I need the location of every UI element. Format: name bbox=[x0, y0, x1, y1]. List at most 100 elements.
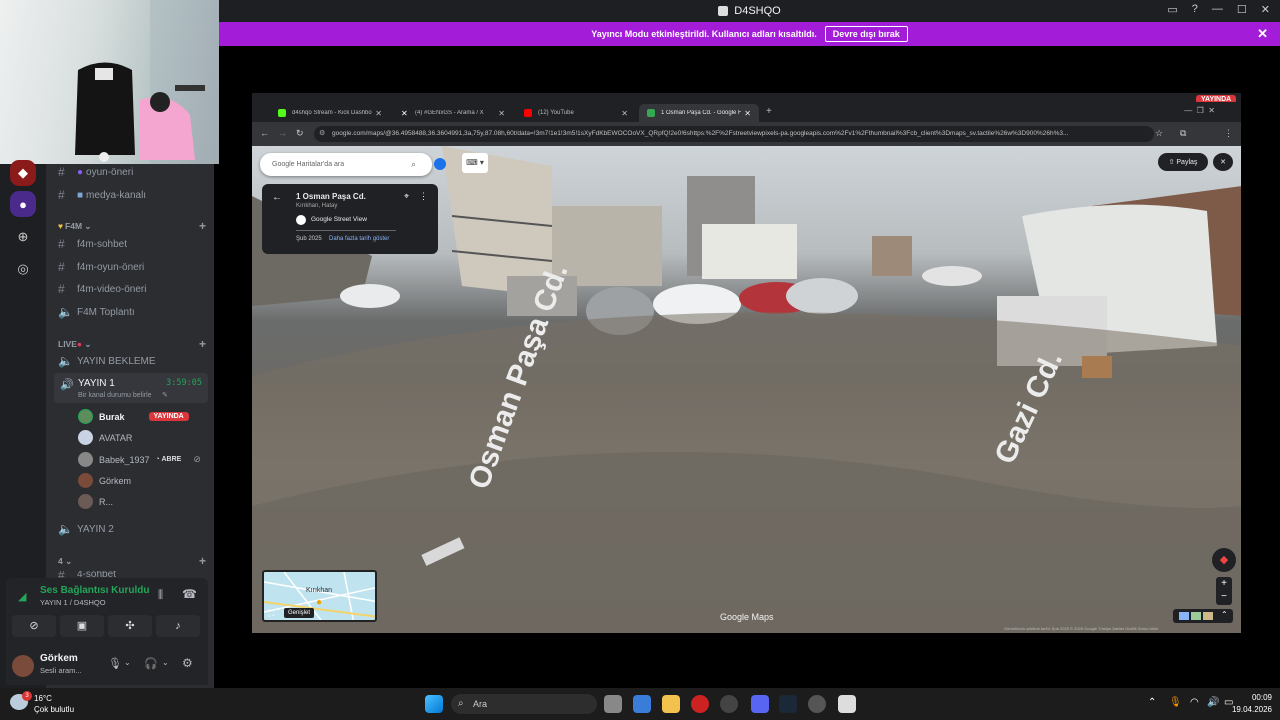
voice-user[interactable]: R... bbox=[78, 494, 113, 509]
close-street-view-button[interactable]: ✕ bbox=[1213, 153, 1233, 171]
extensions-icon[interactable]: ⧉ bbox=[1180, 128, 1186, 139]
site-info-icon[interactable]: ⚙ bbox=[319, 129, 325, 137]
channel-medya-kanali[interactable]: # ■ medya-kanalı bbox=[58, 188, 146, 202]
voice-user[interactable]: AVATAR bbox=[78, 430, 132, 445]
taskbar-search[interactable]: ⌕ Ara bbox=[451, 694, 597, 714]
settings-gear-icon[interactable]: ⚙ bbox=[182, 656, 193, 670]
browser-tab-active[interactable]: 1 Osman Paşa Cd. - Google Haritalar✕ bbox=[639, 104, 759, 122]
channel-4-sohbet[interactable]: #4-sohbet bbox=[58, 571, 116, 578]
app-icon[interactable] bbox=[838, 695, 856, 713]
location-pin-icon[interactable]: ⌖ bbox=[404, 191, 409, 202]
user-status: Sesli aram... bbox=[40, 666, 82, 675]
wifi-icon[interactable]: ◠ bbox=[1190, 697, 1199, 708]
search-icon[interactable]: ⌕ bbox=[411, 159, 416, 170]
minimize-button[interactable]: — bbox=[1212, 3, 1223, 16]
window-title: D4SHQO bbox=[734, 5, 781, 17]
clock-time[interactable]: 00:09 bbox=[1242, 693, 1272, 702]
tray-chevron-icon[interactable]: ⌃ bbox=[1148, 697, 1156, 708]
bookmark-star-icon[interactable]: ☆ bbox=[1155, 128, 1163, 139]
more-dates-link[interactable]: Daha fazla tarih göster bbox=[329, 236, 389, 242]
discord-icon[interactable] bbox=[751, 695, 769, 713]
steam-app-icon[interactable] bbox=[779, 695, 797, 713]
inbox-icon[interactable]: ▭ bbox=[1167, 3, 1177, 16]
new-tab-icon[interactable]: + bbox=[766, 106, 772, 117]
reload-icon[interactable]: ↻ bbox=[296, 128, 304, 139]
noise-suppression-icon[interactable]: ⫼ bbox=[158, 589, 163, 602]
add-channel-icon[interactable]: + bbox=[199, 219, 206, 233]
voice-user[interactable]: Burak YAYINDA bbox=[78, 409, 189, 424]
category-4[interactable]: 4 ⌄ + bbox=[58, 554, 206, 568]
start-windows-icon[interactable] bbox=[425, 695, 443, 713]
browser-tab[interactable]: (12) YouTube ✕ bbox=[516, 104, 636, 122]
browser-tab[interactable]: ✕ (4) #GENxGS - Arama / X ✕ bbox=[393, 104, 513, 122]
server-icon[interactable]: ◆ bbox=[10, 160, 36, 186]
maximize-button[interactable]: ☐ bbox=[1237, 3, 1247, 16]
add-channel-icon[interactable]: + bbox=[199, 554, 206, 568]
disable-streamer-mode-button[interactable]: Devre dışı bırak bbox=[824, 26, 908, 42]
channel-f4m-toplanti[interactable]: 🔈 F4M Toplantı bbox=[58, 305, 135, 319]
speaker-icon: 🔊 bbox=[60, 379, 74, 391]
disconnect-icon[interactable]: ☎ bbox=[182, 587, 197, 601]
close-button[interactable]: ✕ bbox=[1261, 3, 1270, 16]
more-options-icon[interactable]: ⋮ bbox=[419, 191, 428, 202]
voice-channel-path[interactable]: YAYIN 1 / D4SHQO bbox=[40, 598, 106, 607]
share-button[interactable]: ⇧ Paylaş bbox=[1158, 153, 1208, 171]
tab-close-icon: ✕ bbox=[621, 108, 628, 118]
voice-user[interactable]: Babek_1937 ◔ ABRE ⊘ bbox=[78, 452, 201, 467]
camera-off-button[interactable]: ⊘ bbox=[12, 615, 56, 637]
microphone-icon[interactable]: 🎙 bbox=[1169, 697, 1182, 708]
maps-footer: Görüntünün çekilme tarihi: Şub 2025 © 20… bbox=[1004, 626, 1159, 631]
activities-button[interactable]: ✣ bbox=[108, 615, 152, 637]
voice-channel-yayin-2[interactable]: 🔈 YAYIN 2 bbox=[58, 522, 114, 536]
microphone-icon[interactable]: 🎙 bbox=[108, 657, 122, 670]
banner-close-icon[interactable]: ✕ bbox=[1257, 26, 1268, 42]
discover-icon[interactable]: ◎ bbox=[10, 256, 36, 282]
address-bar[interactable]: google.com/maps/@36.4958488,36.3604991,3… bbox=[314, 126, 1154, 142]
avatar[interactable] bbox=[12, 655, 34, 677]
voice-channel-yayin-bekleme[interactable]: 🔈 YAYIN BEKLEME bbox=[58, 354, 156, 368]
compass-icon[interactable]: ◆ bbox=[1212, 548, 1236, 572]
expand-icon[interactable]: ⛶ bbox=[268, 608, 274, 619]
keyboard-shortcuts-button[interactable]: ⌨ ▾ bbox=[462, 153, 488, 173]
maps-icon bbox=[647, 109, 655, 117]
browser-toolbar: ← → ↻ google.com/maps/@36.4958488,36.360… bbox=[252, 122, 1241, 146]
user-tag: ◔ ABRE bbox=[155, 456, 182, 463]
zoom-controls[interactable]: + − bbox=[1216, 577, 1232, 605]
forward-icon[interactable]: → bbox=[278, 128, 287, 138]
voice-user[interactable]: Görkem bbox=[78, 473, 131, 488]
channel-f4m-sohbet[interactable]: # f4m-sohbet bbox=[58, 237, 127, 251]
channel-f4m-oyun-oneri[interactable]: # f4m-oyun-öneri bbox=[58, 260, 144, 274]
layer-thumbnails[interactable]: ⌃ bbox=[1173, 609, 1233, 623]
headphones-icon[interactable]: 🎧 bbox=[144, 657, 158, 670]
channel-oyun-oneri[interactable]: # ● oyun-öneri bbox=[58, 165, 133, 179]
opera-icon[interactable] bbox=[691, 695, 709, 713]
category-f4m[interactable]: ♥ F4M ⌄ + bbox=[58, 219, 206, 233]
steam-icon[interactable] bbox=[720, 695, 738, 713]
clock-date[interactable]: 19.04.2026 bbox=[1226, 705, 1272, 714]
maps-search-input[interactable]: Google Haritalar'da ara ⌕ bbox=[260, 153, 432, 176]
screen-share-button[interactable]: ▣ bbox=[60, 615, 104, 637]
back-icon[interactable]: ← bbox=[260, 128, 269, 138]
call-timer: 3:59:05 bbox=[166, 378, 202, 388]
category-live[interactable]: LIVE ● ⌄ + bbox=[58, 337, 206, 351]
mini-map[interactable]: Kırıkhan ● ⛶ Genişlet bbox=[262, 570, 377, 622]
volume-icon[interactable]: 🔊 bbox=[1207, 697, 1219, 708]
active-voice-channel[interactable]: 🔊 YAYIN 1 3:59:05 Bir kanal durumu belir… bbox=[54, 373, 208, 403]
soundboard-button[interactable]: ♪ bbox=[156, 615, 200, 637]
add-server-icon[interactable]: ⊕ bbox=[10, 224, 36, 250]
task-view-icon[interactable] bbox=[604, 695, 622, 713]
channel-f4m-video-oneri[interactable]: # f4m-video-öneri bbox=[58, 282, 146, 296]
browser-tab[interactable]: d4shqo Stream - Kick Dashboard ✕ bbox=[270, 104, 390, 122]
chevron-down-icon[interactable]: ⌄ bbox=[162, 658, 169, 667]
file-explorer-icon[interactable] bbox=[662, 695, 680, 713]
status-hint[interactable]: Bir kanal durumu belirle bbox=[78, 392, 152, 399]
back-arrow-icon[interactable]: ← bbox=[272, 192, 282, 203]
store-icon[interactable] bbox=[633, 695, 651, 713]
server-icon[interactable]: ● bbox=[10, 191, 36, 217]
help-icon[interactable]: ? bbox=[1192, 3, 1198, 16]
browser-menu-icon[interactable]: ⋮ bbox=[1224, 128, 1233, 139]
avatar bbox=[78, 473, 93, 488]
add-channel-icon[interactable]: + bbox=[199, 337, 206, 351]
chevron-down-icon[interactable]: ⌄ bbox=[124, 658, 131, 667]
app-icon[interactable] bbox=[808, 695, 826, 713]
